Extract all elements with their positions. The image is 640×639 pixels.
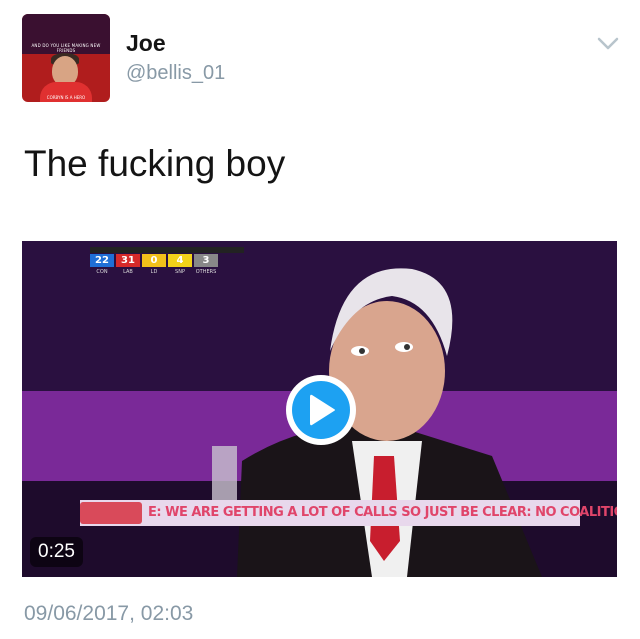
- label-lab: LAB: [123, 269, 133, 275]
- tweet-timestamp[interactable]: 09/06/2017, 02:03: [24, 602, 193, 626]
- label-con: CON: [96, 269, 108, 275]
- ticker-badge: [80, 502, 142, 524]
- author-name[interactable]: Joe: [126, 30, 166, 57]
- score-con: 22: [90, 254, 114, 267]
- avatar-caption-bottom: CORBYN IS A HERO: [46, 95, 86, 100]
- score-others: 3: [194, 254, 218, 267]
- avatar[interactable]: AND DO YOU LIKE MAKING NEW FRIENDS CORBY…: [22, 14, 110, 102]
- play-icon: [310, 394, 335, 426]
- score-ld: 0: [142, 254, 166, 267]
- score-lab: 31: [116, 254, 140, 267]
- score-snp: 4: [168, 254, 192, 267]
- play-button[interactable]: [286, 375, 356, 445]
- ticker-text: E: WE ARE GETTING A LOT OF CALLS SO JUST…: [148, 505, 617, 520]
- avatar-caption-top: AND DO YOU LIKE MAKING NEW FRIENDS: [31, 43, 101, 53]
- election-scoreboard: 22 31 0 4 3 CON LAB LD SNP OTHERS: [90, 247, 244, 277]
- author-handle[interactable]: @bellis_01: [126, 62, 225, 85]
- label-snp: SNP: [175, 269, 185, 275]
- scoreboard-header: [90, 247, 244, 253]
- tweet-text: The fucking boy: [24, 143, 286, 184]
- chevron-down-icon[interactable]: [596, 36, 620, 52]
- news-ticker: E: WE ARE GETTING A LOT OF CALLS SO JUST…: [80, 500, 617, 526]
- label-others: OTHERS: [195, 269, 217, 275]
- video-duration: 0:25: [30, 537, 83, 567]
- video-player[interactable]: 22 31 0 4 3 CON LAB LD SNP OTHERS E: WE …: [22, 241, 617, 577]
- label-ld: LD: [150, 269, 158, 275]
